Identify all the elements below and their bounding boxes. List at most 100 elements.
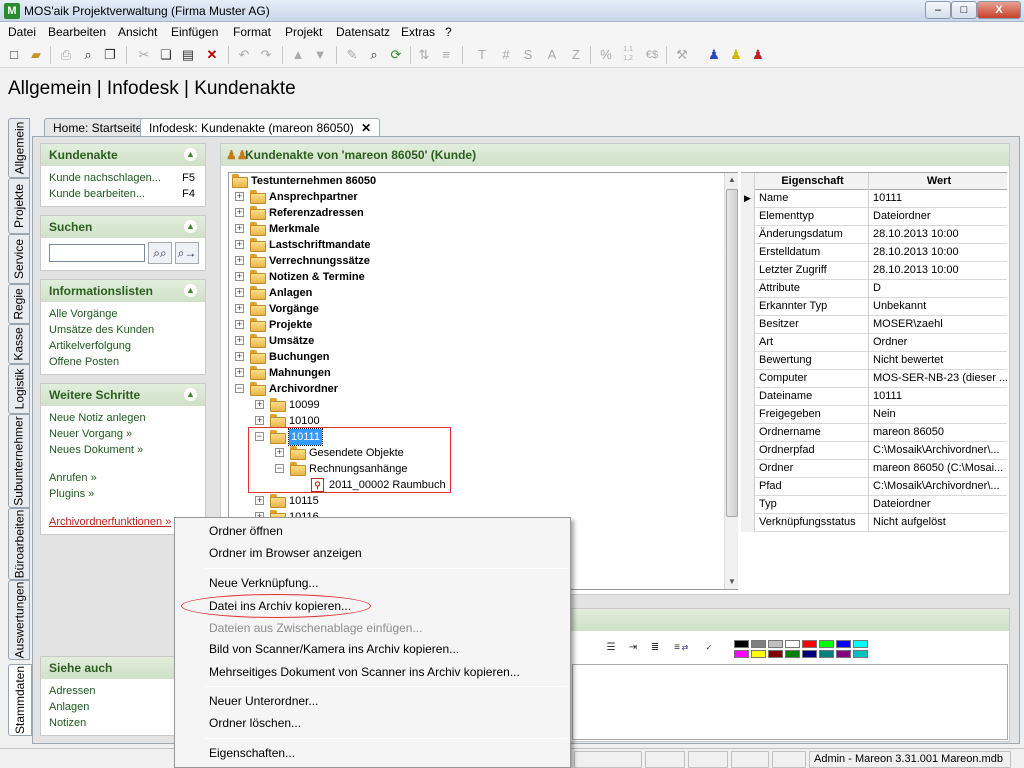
property-row[interactable]: Freigegeben Nein [741, 406, 1007, 424]
delete-icon[interactable]: ✕ [202, 45, 222, 65]
property-row[interactable]: Art Ordner [741, 334, 1007, 352]
new-icon[interactable]: □ [4, 45, 24, 65]
rtf-icon[interactable]: ⇄ [676, 639, 694, 657]
property-row[interactable]: Erstelldatum 28.10.2013 10:00 [741, 244, 1007, 262]
property-row[interactable]: Letzter Zugriff 28.10.2013 10:00 [741, 262, 1007, 280]
property-row[interactable]: Pfad C:\Mosaik\Archivordner\... [741, 478, 1007, 496]
property-row[interactable]: Ordnerpfad C:\Mosaik\Archivordner\... [741, 442, 1007, 460]
link-neues-dokument[interactable]: Neues Dokument » [49, 444, 143, 456]
vtab-logistik[interactable]: Logistik [8, 364, 30, 414]
property-row[interactable]: Typ Dateiordner [741, 496, 1007, 514]
menu-datensatz[interactable]: Datensatz [336, 25, 390, 39]
color-swatch[interactable] [751, 640, 766, 648]
indent-icon[interactable]: ⇥ [624, 639, 642, 657]
scroll-down-icon[interactable]: ▼ [725, 575, 739, 589]
tab-kundenakte[interactable]: Infodesk: Kundenakte (mareon 86050) ✕ [140, 118, 381, 136]
undo-icon[interactable]: ↶ [234, 45, 254, 65]
vtab-bueroarbeiten[interactable]: Büroarbeiten [8, 508, 30, 580]
percent-button[interactable]: % [596, 45, 616, 65]
menu-ansicht[interactable]: Ansicht [118, 25, 157, 39]
vtab-subunternehmer[interactable]: Subunternehmer [8, 414, 30, 508]
user-blue-icon[interactable]: ♟ [704, 45, 724, 65]
color-swatch[interactable] [802, 650, 817, 658]
menu-help[interactable]: ? [445, 25, 452, 39]
color-swatch[interactable] [751, 650, 766, 658]
menu-item-im-browser[interactable]: Ordner im Browser anzeigen [177, 542, 568, 564]
collapse-icon[interactable]: ▲ [184, 388, 197, 401]
color-swatch[interactable] [819, 640, 834, 648]
sort-icon[interactable]: ⇅ [414, 45, 434, 65]
scroll-up-icon[interactable]: ▲ [725, 173, 739, 187]
bullet-list-icon[interactable]: ☰ [602, 639, 620, 657]
color-swatch[interactable] [836, 650, 851, 658]
property-row[interactable]: Attribute D [741, 280, 1007, 298]
menu-bearbeiten[interactable]: Bearbeiten [48, 25, 106, 39]
menu-item-neuer-unterordner[interactable]: Neuer Unterordner... [177, 690, 568, 712]
link-neue-notiz[interactable]: Neue Notiz anlegen [49, 412, 146, 424]
collapse-icon[interactable]: ▲ [184, 220, 197, 233]
color-swatch[interactable] [768, 640, 783, 648]
refresh-icon[interactable]: ⟳ [386, 45, 406, 65]
menu-item-scanner-bild[interactable]: Bild von Scanner/Kamera ins Archiv kopie… [177, 638, 568, 660]
link-adressen[interactable]: Adressen [49, 685, 95, 697]
color-swatch[interactable] [768, 650, 783, 658]
maximize-button[interactable]: □ [951, 1, 977, 19]
property-row[interactable]: Dateiname 10111 [741, 388, 1007, 406]
minimize-button[interactable]: – [925, 1, 951, 19]
vtab-service[interactable]: Service [8, 234, 30, 284]
tree-scrollbar[interactable]: ▲ ▼ [724, 173, 738, 589]
user-yellow-icon[interactable]: ♟ [726, 45, 746, 65]
vtab-allgemein[interactable]: Allgemein [8, 118, 30, 178]
vtab-stammdaten[interactable]: Stammdaten [8, 664, 32, 736]
property-row[interactable]: Elementtyp Dateiordner [741, 208, 1007, 226]
menu-extras[interactable]: Extras [401, 25, 435, 39]
vtab-projekte[interactable]: Projekte [8, 178, 30, 234]
edit-icon[interactable]: ✎ [342, 45, 362, 65]
menu-projekt[interactable]: Projekt [285, 25, 322, 39]
link-artikelverfolgung[interactable]: Artikelverfolgung [49, 340, 131, 352]
property-row[interactable]: Erkannter Typ Unbekannt [741, 298, 1007, 316]
binoculars-icon[interactable]: ⌕⌕ [148, 242, 172, 264]
decimal-button[interactable]: 1,1 1,2 [618, 45, 638, 65]
color-swatch[interactable] [802, 640, 817, 648]
paste-icon[interactable]: ▤ [178, 45, 198, 65]
redo-icon[interactable]: ↷ [256, 45, 276, 65]
copy-icon[interactable]: ❏ [156, 45, 176, 65]
vtab-regie[interactable]: Regie [8, 284, 30, 324]
property-row[interactable]: Ordner mareon 86050 (C:\Mosai... [741, 460, 1007, 478]
color-swatch[interactable] [819, 650, 834, 658]
color-swatch[interactable] [734, 640, 749, 648]
arrow-up-icon[interactable]: ▲ [288, 45, 308, 65]
color-swatch[interactable] [785, 640, 800, 648]
menu-datei[interactable]: Datei [8, 25, 36, 39]
arrow-down-icon[interactable]: ▼ [310, 45, 330, 65]
property-row[interactable]: Besitzer MOSER\zaehl [741, 316, 1007, 334]
property-row[interactable]: Änderungsdatum 28.10.2013 10:00 [741, 226, 1007, 244]
link-kunde-nachschlagen[interactable]: Kunde nachschlagen... [49, 172, 161, 184]
vtab-auswertungen[interactable]: Auswertungen [8, 580, 30, 660]
text-t-button[interactable]: T [472, 45, 492, 65]
color-swatch[interactable] [853, 650, 868, 658]
menu-item-scanner-mehrseitig[interactable]: Mehrseitiges Dokument von Scanner ins Ar… [177, 661, 568, 683]
text-a-button[interactable]: A [542, 45, 562, 65]
link-neuer-vorgang[interactable]: Neuer Vorgang » [49, 428, 132, 440]
collapse-icon[interactable]: ▲ [184, 148, 197, 161]
scroll-thumb[interactable] [726, 189, 738, 517]
property-row[interactable]: Verknüpfungsstatus Nicht aufgelöst [741, 514, 1007, 532]
link-anrufen[interactable]: Anrufen » [49, 472, 97, 484]
list-icon[interactable]: ≡ [436, 45, 456, 65]
collapse-icon[interactable]: ▲ [184, 284, 197, 297]
link-archivordnerfunktionen[interactable]: Archivordnerfunktionen » [49, 516, 171, 528]
close-button[interactable]: X [977, 1, 1021, 19]
link-plugins[interactable]: Plugins » [49, 488, 94, 500]
link-kunde-bearbeiten[interactable]: Kunde bearbeiten... [49, 188, 145, 200]
preview-icon[interactable]: ⌕ [78, 45, 98, 65]
menu-item-ordner-loeschen[interactable]: Ordner löschen... [177, 712, 568, 734]
property-row[interactable]: Ordnername mareon 86050 [741, 424, 1007, 442]
binoculars-next-icon[interactable]: ⌕→ [175, 242, 199, 264]
menu-item-eigenschaften[interactable]: Eigenschaften... [177, 742, 568, 764]
color-swatch[interactable] [853, 640, 868, 648]
menu-item-ordner-oeffnen[interactable]: Ordner öffnen [177, 520, 568, 542]
print-icon[interactable]: ⎙ [56, 45, 76, 65]
tools-icon[interactable]: ⚒ [672, 45, 692, 65]
